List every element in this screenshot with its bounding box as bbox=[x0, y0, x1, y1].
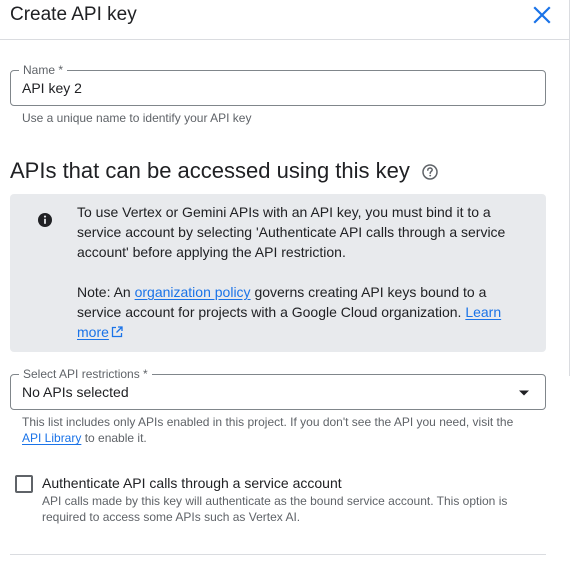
api-restrictions-value[interactable]: No APIs selected bbox=[22, 383, 129, 401]
api-section-heading: APIs that can be accessed using this key bbox=[10, 158, 410, 183]
help-button[interactable] bbox=[421, 163, 439, 181]
service-account-checkbox-label[interactable]: Authenticate API calls through a service… bbox=[42, 474, 342, 492]
name-field-value[interactable]: API key 2 bbox=[22, 79, 82, 97]
api-restrictions-helper: This list includes only APIs enabled in … bbox=[22, 414, 522, 446]
service-account-description: API calls made by this key will authenti… bbox=[42, 494, 508, 524]
api-restrictions-label: Select API restrictions * bbox=[19, 367, 152, 381]
note-prefix: Note: An bbox=[77, 284, 135, 300]
header-divider bbox=[0, 39, 569, 40]
scrollbar[interactable] bbox=[569, 0, 570, 376]
info-callout: To use Vertex or Gemini APIs with an API… bbox=[10, 194, 546, 352]
info-text: To use Vertex or Gemini APIs with an API… bbox=[77, 202, 529, 342]
name-field[interactable]: Name * API key 2 bbox=[10, 63, 546, 106]
close-icon[interactable] bbox=[530, 3, 554, 27]
helper-prefix: This list includes only APIs enabled in … bbox=[22, 415, 514, 429]
section-divider bbox=[10, 554, 546, 555]
help-circle-icon[interactable] bbox=[421, 163, 439, 181]
helper-suffix: to enable it. bbox=[81, 431, 147, 445]
name-field-helper: Use a unique name to identify your API k… bbox=[22, 111, 252, 125]
page-title: Create API key bbox=[10, 4, 137, 25]
service-account-checkbox[interactable] bbox=[15, 475, 33, 493]
external-link-icon[interactable] bbox=[111, 326, 123, 338]
create-api-key-panel: Create API key Name * API key 2 Use a un… bbox=[0, 0, 577, 586]
name-field-label: Name * bbox=[19, 63, 68, 77]
info-icon bbox=[37, 212, 53, 228]
api-restrictions-select[interactable]: Select API restrictions * No APIs select… bbox=[10, 367, 546, 410]
api-library-link[interactable]: API Library bbox=[22, 431, 81, 445]
info-paragraph-vertex: To use Vertex or Gemini APIs with an API… bbox=[77, 204, 506, 260]
close-button[interactable] bbox=[530, 3, 554, 27]
organization-policy-link[interactable]: organization policy bbox=[135, 284, 251, 300]
info-paragraph-note: Note: An organization policy governs cre… bbox=[77, 282, 529, 342]
dropdown-arrow-icon[interactable] bbox=[518, 389, 530, 397]
